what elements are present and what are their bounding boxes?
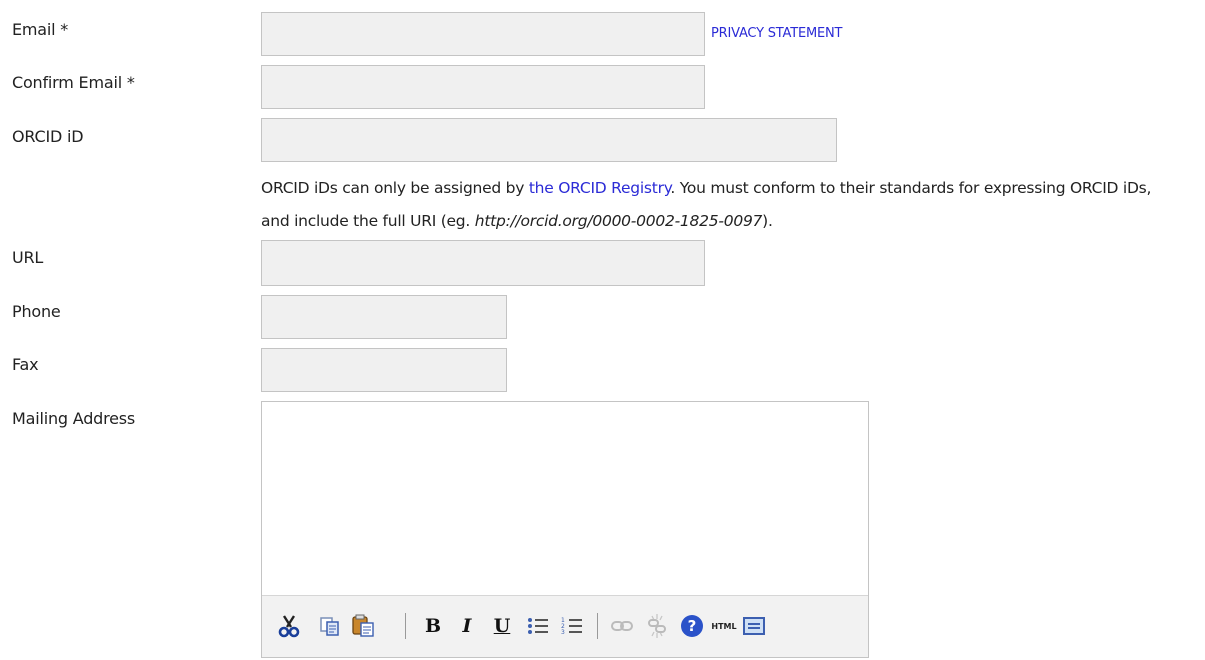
mailing-address-editor: B I U 123 ? HTML	[261, 401, 869, 658]
help-icon[interactable]: ?	[681, 615, 703, 637]
confirm-email-label: Confirm Email *	[12, 73, 135, 92]
orcid-label: ORCID iD	[12, 127, 84, 146]
fax-field[interactable]	[261, 348, 507, 392]
unlink-icon[interactable]	[644, 613, 670, 639]
phone-field[interactable]	[261, 295, 507, 339]
orcid-example: http://orcid.org/0000-0002-1825-0097	[474, 212, 763, 230]
confirm-email-field[interactable]	[261, 65, 705, 109]
bullet-list-icon[interactable]	[525, 613, 551, 639]
phone-label: Phone	[12, 302, 61, 321]
email-field[interactable]	[261, 12, 705, 56]
underline-icon[interactable]: U	[489, 613, 515, 639]
copy-icon[interactable]	[317, 613, 343, 639]
form-page: Email * PRIVACY STATEMENT Confirm Email …	[0, 0, 1205, 660]
svg-text:3: 3	[561, 629, 565, 636]
toolbar-separator	[405, 613, 406, 639]
html-icon[interactable]: HTML	[710, 613, 738, 639]
code-icon[interactable]	[743, 617, 765, 635]
fax-label: Fax	[12, 355, 39, 374]
paste-icon[interactable]	[350, 613, 376, 639]
url-field[interactable]	[261, 240, 705, 286]
mailing-address-label: Mailing Address	[12, 409, 136, 428]
cut-icon[interactable]	[276, 613, 302, 639]
orcid-registry-link[interactable]: the ORCID Registry	[529, 179, 671, 197]
orcid-field[interactable]	[261, 118, 837, 162]
italic-icon[interactable]: I	[454, 613, 480, 639]
orcid-help-text: ORCID iDs can only be assigned by the OR…	[261, 172, 1181, 238]
email-label: Email *	[12, 20, 69, 39]
link-icon[interactable]	[609, 613, 635, 639]
toolbar-separator	[597, 613, 598, 639]
mailing-address-textarea[interactable]	[262, 402, 868, 596]
orcid-help-text-end: ).	[762, 212, 773, 230]
numbered-list-icon[interactable]: 123	[559, 613, 585, 639]
editor-toolbar: B I U 123 ? HTML	[262, 595, 868, 657]
url-label: URL	[12, 248, 44, 267]
bold-icon[interactable]: B	[420, 613, 446, 639]
orcid-help-text-before: ORCID iDs can only be assigned by	[261, 179, 529, 197]
privacy-statement-link[interactable]: PRIVACY STATEMENT	[711, 26, 842, 41]
